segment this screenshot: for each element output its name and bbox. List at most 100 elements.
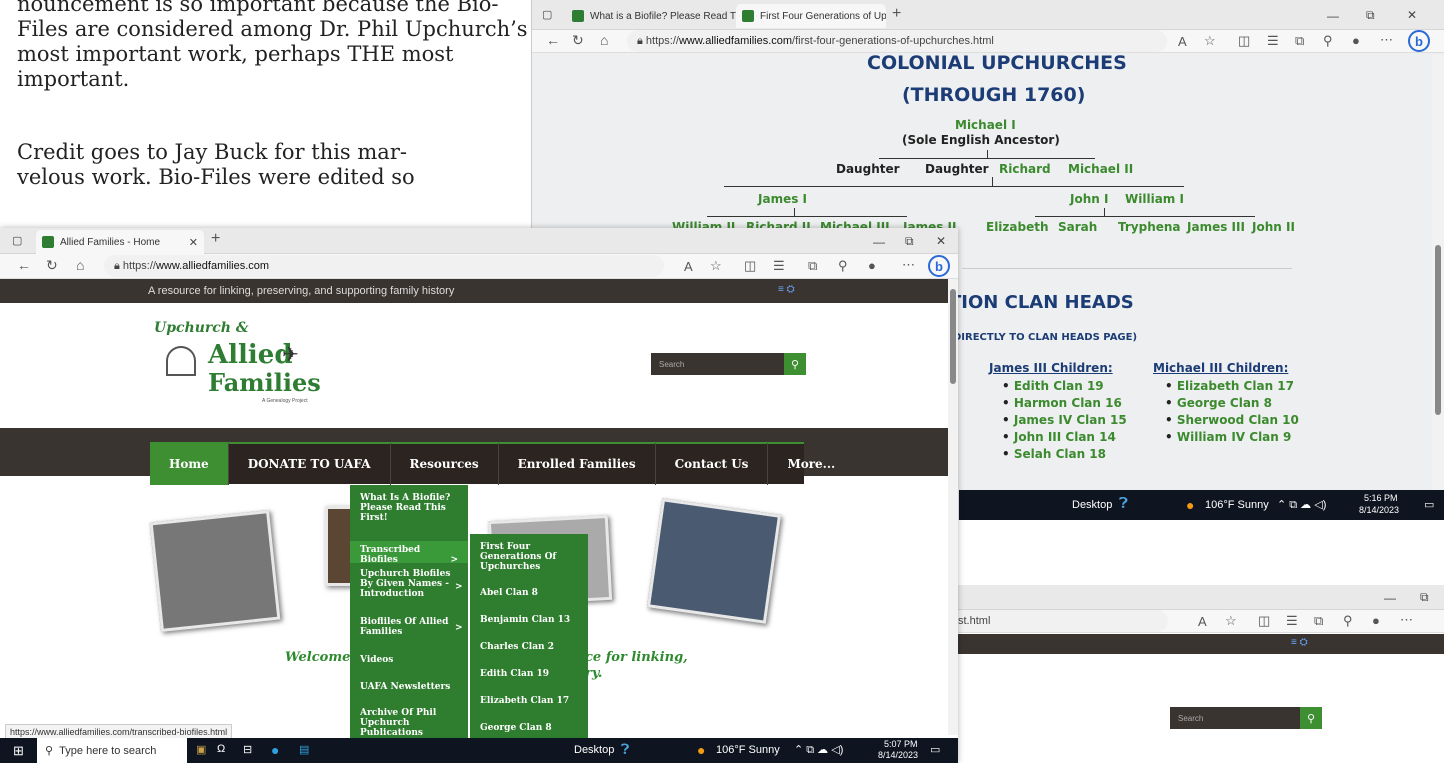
social-icons[interactable]: ≡ ⛭ [1291, 637, 1308, 648]
dropdown-item[interactable]: Videos [360, 655, 465, 665]
tab-first-four-generations[interactable]: First Four Generations of Upchur✕ [736, 4, 886, 28]
split-screen-icon[interactable]: ◫ [1258, 613, 1270, 629]
back-icon[interactable]: ← [546, 32, 560, 48]
new-tab-icon[interactable]: + [892, 5, 901, 23]
minimize-icon[interactable]: — [873, 235, 885, 249]
app-icon[interactable]: ▣ [196, 743, 206, 756]
profile-icon[interactable]: ● [1352, 33, 1360, 48]
url-field[interactable]: 🔒︎ https://www.alliedfamilies.com [104, 255, 664, 277]
more-options-icon[interactable]: ⋯ [1400, 612, 1413, 628]
tab-biofile[interactable]: What is a Biofile? Please Read Th✕ [566, 4, 736, 28]
task-view-icon[interactable]: ⊟ [243, 743, 252, 756]
scrollbar-thumb[interactable] [950, 289, 956, 384]
scrollbar[interactable] [1432, 55, 1444, 490]
url-field[interactable]: st.html [948, 610, 1168, 632]
tree-node-michael-i[interactable]: Michael I [955, 118, 1016, 132]
submenu-item[interactable]: Edith Clan 19 [480, 669, 585, 679]
weather-text[interactable]: 106°F Sunny [716, 744, 780, 756]
notification-icon[interactable]: ▭ [930, 743, 940, 756]
tree-node-tryphena[interactable]: Tryphena [1118, 220, 1181, 234]
search-input[interactable]: Search [1170, 707, 1300, 729]
menu-item-enrolled-families[interactable]: Enrolled Families [499, 443, 656, 485]
home-icon[interactable]: ⌂ [76, 257, 84, 273]
tree-node-sarah[interactable]: Sarah [1058, 220, 1097, 234]
menu-item-more[interactable]: More... [768, 443, 854, 485]
split-screen-icon[interactable]: ◫ [1238, 33, 1250, 49]
desktop-toolbar[interactable]: Desktop [574, 744, 614, 756]
minimize-icon[interactable]: — [1384, 591, 1396, 605]
clan-link[interactable]: Sherwood Clan 10 [1165, 412, 1299, 429]
scrollbar-thumb[interactable] [1435, 245, 1441, 415]
clan-link[interactable]: William IV Clan 9 [1165, 429, 1299, 446]
notification-icon[interactable]: ▭ [1424, 498, 1434, 511]
favorite-star-icon[interactable]: ☆ [1204, 33, 1216, 49]
submenu-item[interactable]: Abel Clan 8 [480, 588, 585, 598]
scrollbar[interactable] [948, 279, 958, 735]
extensions-icon[interactable]: ⚲ [1323, 33, 1333, 49]
dropdown-item[interactable]: What Is A Biofile? Please Read This Firs… [360, 493, 465, 523]
menu-item-contact-us[interactable]: Contact Us [656, 443, 769, 485]
submenu-item[interactable]: Elizabeth Clan 17 [480, 696, 585, 706]
menu-item-donate[interactable]: DONATE TO UAFA [229, 443, 391, 485]
tree-node-john-ii[interactable]: John II [1252, 220, 1295, 234]
dropdown-item[interactable]: Archive Of Phil Upchurch Publications [360, 708, 465, 738]
favorites-icon[interactable]: ☰ [1267, 33, 1279, 49]
headset-icon[interactable]: Ω [217, 743, 225, 755]
search-icon[interactable]: ⚲ [784, 353, 806, 375]
site-logo[interactable]: Upchurch & Allied ✈ Families A Genealogy… [150, 318, 340, 413]
tree-node-james-i[interactable]: James I [758, 192, 807, 206]
home-icon[interactable]: ⌂ [600, 32, 608, 48]
submenu-item[interactable]: Benjamin Clan 13 [480, 615, 585, 625]
extensions-icon[interactable]: ⚲ [1343, 613, 1353, 629]
app-icon[interactable]: ▤ [299, 743, 309, 756]
tab-allied-families-home[interactable]: Allied Families - Home ✕ [36, 230, 204, 254]
dropdown-item[interactable]: UAFA Newsletters [360, 682, 465, 692]
close-window-icon[interactable]: ✕ [1407, 8, 1417, 22]
tab-actions-icon[interactable]: ▢ [542, 8, 552, 21]
desktop-toolbar[interactable]: Desktop [1072, 499, 1112, 511]
bing-chat-icon[interactable]: b [1408, 30, 1430, 52]
bing-chat-icon[interactable]: b [928, 255, 950, 277]
minimize-icon[interactable]: — [1327, 9, 1339, 23]
profile-icon[interactable]: ● [1372, 613, 1380, 628]
social-icons[interactable]: ≡ ⛭ [778, 284, 795, 295]
favorites-icon[interactable]: ☰ [773, 258, 785, 274]
taskbar-search-box[interactable]: ⚲ Type here to search [37, 738, 187, 763]
restore-icon[interactable]: ⧉ [905, 234, 914, 249]
split-screen-icon[interactable]: ◫ [744, 258, 756, 274]
tree-node-james-iii[interactable]: James III [1187, 220, 1245, 234]
extensions-icon[interactable]: ⚲ [838, 258, 848, 274]
restore-icon[interactable]: ⧉ [1366, 8, 1375, 23]
system-tray-icons[interactable]: ⌃ ⧉ ☁ ◁) [794, 743, 843, 757]
more-options-icon[interactable]: ⋯ [902, 257, 915, 273]
favorites-icon[interactable]: ☰ [1286, 613, 1298, 629]
submenu-item[interactable]: Charles Clan 2 [480, 642, 585, 652]
system-tray-icons[interactable]: ⌃ ⧉ ☁ ◁) [1277, 498, 1326, 512]
clock-date[interactable]: 8/14/2023 [1359, 505, 1399, 515]
help-icon[interactable]: ❓︎ [621, 741, 629, 758]
tree-node-john-i[interactable]: John I [1070, 192, 1108, 206]
clan-link[interactable]: George Clan 8 [1165, 395, 1299, 412]
restore-icon[interactable]: ⧉ [1420, 590, 1429, 605]
dropdown-item-transcribed[interactable]: Transcribed Biofiles > [350, 541, 468, 565]
new-tab-icon[interactable]: + [211, 230, 220, 248]
clan-link[interactable]: Harmon Clan 16 [1002, 395, 1127, 412]
profile-icon[interactable]: ● [868, 258, 876, 273]
clock-time[interactable]: 5:16 PM [1364, 493, 1398, 503]
collections-icon[interactable]: ⧉ [808, 258, 817, 274]
menu-item-resources[interactable]: Resources [391, 443, 499, 485]
tree-node-elizabeth[interactable]: Elizabeth [986, 220, 1049, 234]
clan-link[interactable]: Selah Clan 18 [1002, 446, 1127, 463]
clan-link[interactable]: Edith Clan 19 [1002, 378, 1127, 395]
back-icon[interactable]: ← [17, 257, 31, 273]
search-icon[interactable]: ⚲ [1300, 707, 1322, 729]
dropdown-item[interactable]: Upchurch Biofiles By Given Names - Intro… [360, 569, 465, 599]
tree-node-michael-ii[interactable]: Michael II [1068, 162, 1133, 176]
refresh-icon[interactable]: ↻ [572, 32, 584, 49]
read-aloud-icon[interactable]: A [1198, 614, 1207, 629]
help-icon[interactable]: ❓︎ [1119, 495, 1128, 512]
clock-time[interactable]: 5:07 PM [884, 739, 918, 749]
tree-node-william-i[interactable]: William I [1125, 192, 1184, 206]
tab-actions-icon[interactable]: ▢ [12, 234, 22, 247]
search-input[interactable]: Search [651, 353, 784, 375]
